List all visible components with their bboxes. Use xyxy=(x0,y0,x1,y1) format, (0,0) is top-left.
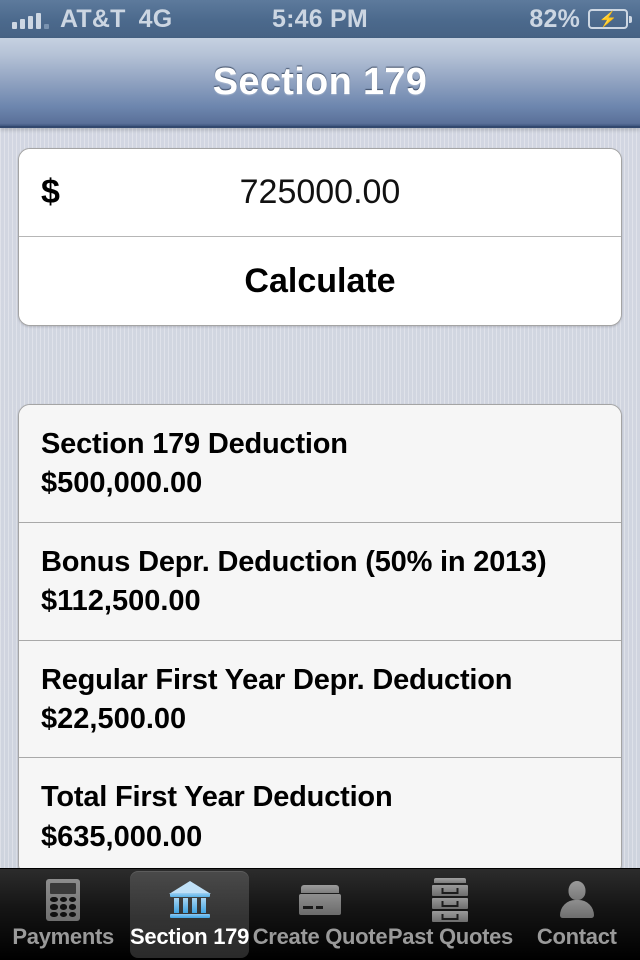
result-title: Regular First Year Depr. Deduction xyxy=(41,663,513,696)
status-bar: AT&T 4G 5:46 PM 82% ⚡ xyxy=(0,0,640,38)
network-type: 4G xyxy=(138,4,173,33)
tab-past-quotes-label: Past Quotes xyxy=(387,924,513,949)
result-row: Bonus Depr. Deduction (50% in 2013) $112… xyxy=(19,522,621,641)
result-value: $635,000.00 xyxy=(41,820,203,853)
carrier-name: AT&T xyxy=(60,4,126,33)
tab-payments-label: Payments xyxy=(12,924,114,949)
credit-card-icon xyxy=(293,877,347,923)
tab-contact-label: Contact xyxy=(536,924,617,949)
result-value: $112,500.00 xyxy=(41,585,201,618)
result-row: Total First Year Deduction $635,000.00 xyxy=(19,758,621,868)
result-row: Regular First Year Depr. Deduction $22,5… xyxy=(19,640,621,759)
result-value: $22,500.00 xyxy=(41,702,187,735)
result-row: Section 179 Deduction $500,000.00 xyxy=(19,405,621,523)
tab-past-quotes[interactable]: Past Quotes xyxy=(387,869,513,960)
bank-icon xyxy=(163,877,217,923)
calculate-button[interactable]: Calculate xyxy=(19,237,621,325)
signal-bars-icon xyxy=(12,10,49,29)
cost-input-group: $ 725000.00 Calculate xyxy=(18,148,622,326)
person-icon xyxy=(550,877,604,923)
tab-contact[interactable]: Contact xyxy=(514,869,640,960)
tab-section-179[interactable]: Section 179 xyxy=(126,869,252,960)
equipment-cost-input[interactable]: 725000.00 xyxy=(95,173,599,212)
filing-cabinet-icon xyxy=(423,877,477,923)
battery-percent-label: 82% xyxy=(529,4,580,33)
result-title: Bonus Depr. Deduction (50% in 2013) xyxy=(41,545,547,578)
result-title: Total First Year Deduction xyxy=(41,781,393,814)
tab-create-quote-label: Create Quote xyxy=(252,924,388,949)
equipment-cost-row[interactable]: $ 725000.00 xyxy=(19,149,621,237)
tab-bar: Payments Section 179 Create Quote Past Q… xyxy=(0,868,640,960)
tab-payments[interactable]: Payments xyxy=(0,869,126,960)
calculate-button-label: Calculate xyxy=(244,261,396,300)
battery-charging-icon: ⚡ xyxy=(588,9,632,29)
scroll-content[interactable]: $ 725000.00 Calculate Section 179 Deduct… xyxy=(0,130,640,868)
calculator-icon xyxy=(36,877,90,923)
currency-symbol-label: $ xyxy=(41,173,60,211)
page-title: Section 179 xyxy=(212,60,428,103)
app-screen: AT&T 4G 5:46 PM 82% ⚡ Section 179 $ 7250… xyxy=(0,0,640,960)
result-value: $500,000.00 xyxy=(41,467,203,500)
status-bar-left: AT&T 4G xyxy=(12,5,172,34)
status-bar-right: 82% ⚡ xyxy=(529,4,632,34)
navigation-bar: Section 179 xyxy=(0,38,640,128)
tab-section-179-label: Section 179 xyxy=(130,924,250,949)
results-group: Section 179 Deduction $500,000.00 Bonus … xyxy=(18,404,622,868)
result-title: Section 179 Deduction xyxy=(41,428,348,460)
tab-create-quote[interactable]: Create Quote xyxy=(253,869,388,960)
